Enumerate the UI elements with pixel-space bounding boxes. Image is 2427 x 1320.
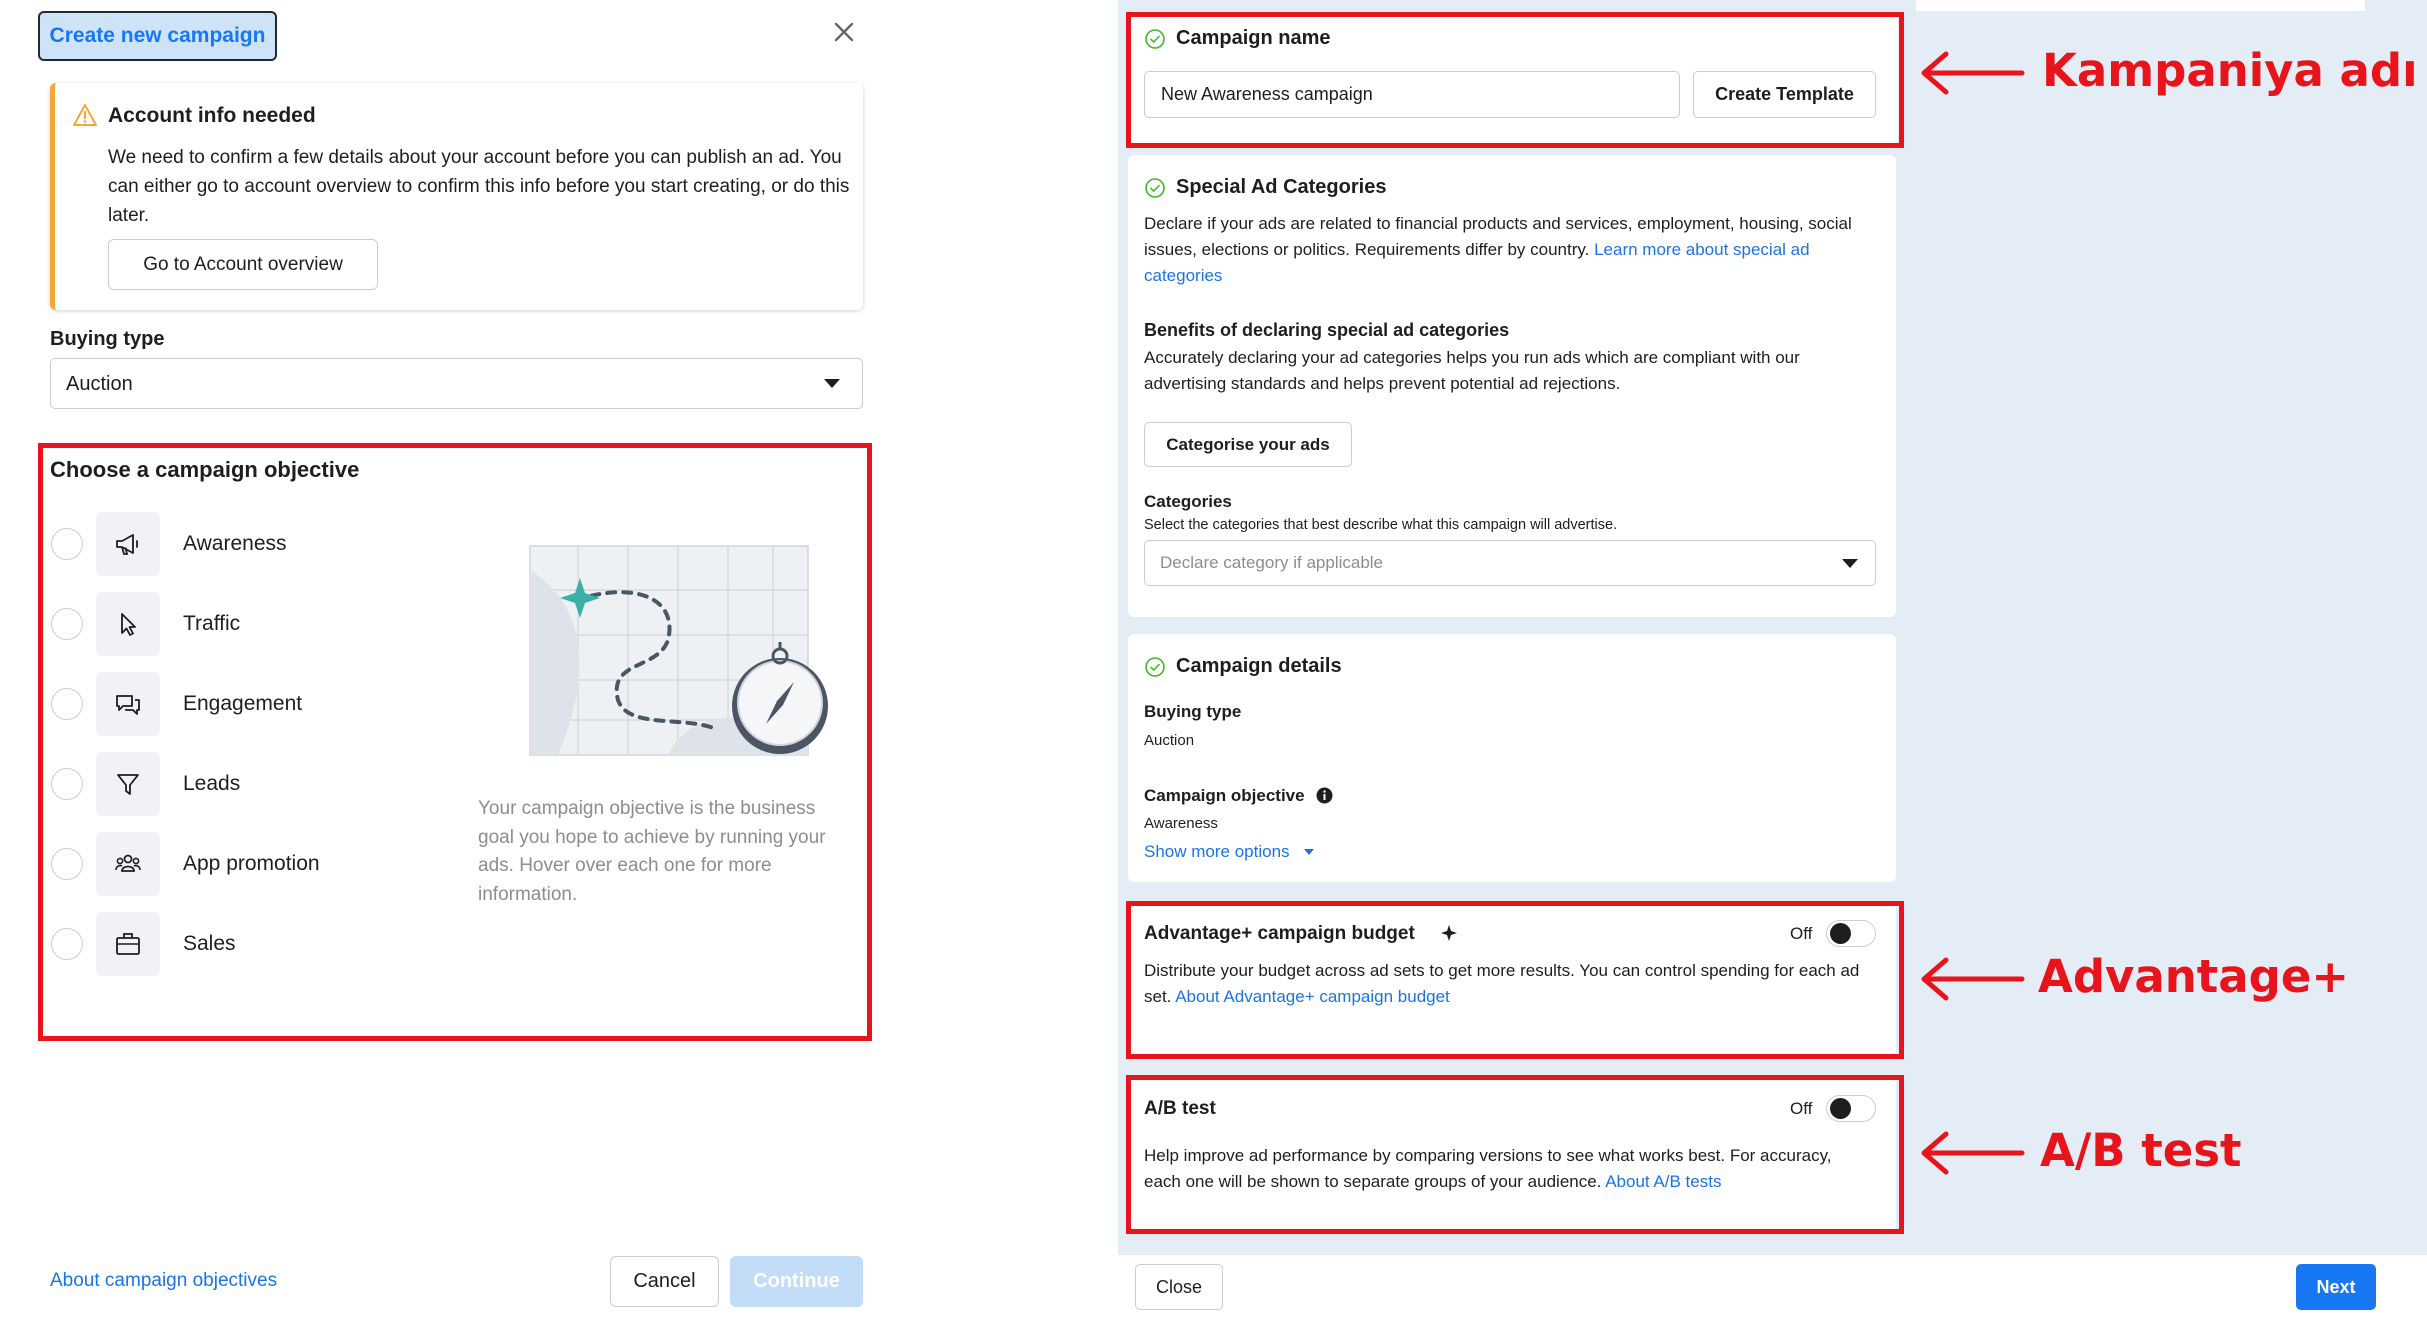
details-objective-label: Campaign objective bbox=[1144, 786, 1305, 805]
categories-placeholder: Declare category if applicable bbox=[1160, 553, 1384, 572]
objective-label-traffic[interactable]: Traffic bbox=[183, 612, 240, 636]
radio-awareness[interactable] bbox=[51, 528, 83, 560]
next-button[interactable]: Next bbox=[2296, 1264, 2376, 1310]
briefcase-icon bbox=[116, 933, 140, 955]
arrow-left-icon bbox=[1921, 1131, 2025, 1175]
benefits-body: Accurately declaring your ad categories … bbox=[1144, 348, 1800, 393]
advantage-highlight-box bbox=[1126, 901, 1904, 1059]
categories-hint: Select the categories that best describe… bbox=[1144, 517, 1618, 533]
close-icon[interactable] bbox=[832, 20, 856, 44]
categories-label: Categories bbox=[1144, 492, 1232, 511]
objective-icon-awareness bbox=[96, 512, 160, 576]
objective-label-sales[interactable]: Sales bbox=[183, 932, 236, 956]
radio-app-promotion[interactable] bbox=[51, 848, 83, 880]
buying-type-label: Buying type bbox=[50, 328, 165, 350]
objective-icon-leads bbox=[96, 752, 160, 816]
filter-icon bbox=[117, 774, 139, 795]
buying-type-value: Auction bbox=[66, 373, 133, 395]
create-new-campaign-button[interactable]: Create new campaign bbox=[38, 11, 277, 61]
buying-type-select[interactable] bbox=[50, 358, 863, 409]
radio-engagement[interactable] bbox=[51, 688, 83, 720]
learn-more-special-link[interactable]: Learn more about special bbox=[1594, 240, 1786, 259]
continue-button[interactable]: Continue bbox=[730, 1256, 863, 1307]
ab-test-highlight-box bbox=[1126, 1075, 1904, 1234]
objective-label-awareness[interactable]: Awareness bbox=[183, 532, 287, 556]
objective-label-leads[interactable]: Leads bbox=[183, 772, 240, 796]
objective-description: Your campaign objective is the business … bbox=[478, 798, 826, 905]
radio-sales[interactable] bbox=[51, 928, 83, 960]
close-button[interactable]: Close bbox=[1135, 1264, 1223, 1310]
alert-title: Account info needed bbox=[108, 104, 316, 127]
annotation-ab-test: A/B test bbox=[2040, 1124, 2242, 1177]
go-to-account-overview-button[interactable]: Go to Account overview bbox=[108, 239, 378, 290]
people-icon bbox=[115, 854, 141, 872]
chat-bubbles-icon bbox=[116, 695, 140, 715]
create-campaign-dialog: Create new campaign Account info needed … bbox=[0, 0, 900, 1320]
categorise-ads-button[interactable]: Categorise your ads bbox=[1144, 422, 1352, 467]
map-compass-illustration bbox=[529, 545, 828, 756]
cursor-icon bbox=[121, 613, 136, 636]
objective-icon-engagement bbox=[96, 672, 160, 736]
chevron-down-icon bbox=[1842, 559, 1858, 568]
show-more-options-link[interactable]: Show more options bbox=[1144, 842, 1290, 862]
top-strip bbox=[1916, 0, 2365, 11]
details-buying-type-value: Auction bbox=[1144, 732, 1195, 749]
chevron-down-icon bbox=[1304, 849, 1314, 855]
special-ad-categories-body: Declare if your ads are related to finan… bbox=[1144, 211, 1884, 289]
warning-icon bbox=[73, 104, 97, 126]
details-objective-value: Awareness bbox=[1144, 815, 1218, 832]
details-buying-type-label: Buying type bbox=[1144, 702, 1242, 721]
objective-icon-sales bbox=[96, 912, 160, 976]
megaphone-icon bbox=[116, 534, 138, 555]
objective-icon-app-promotion bbox=[96, 832, 160, 896]
check-circle-icon bbox=[1145, 178, 1165, 198]
check-circle-icon bbox=[1145, 657, 1165, 677]
radio-traffic[interactable] bbox=[51, 608, 83, 640]
special-ad-categories-title: Special Ad Categories bbox=[1176, 176, 1387, 198]
objective-label-app-promotion[interactable]: App promotion bbox=[183, 852, 320, 876]
info-icon[interactable] bbox=[1316, 787, 1333, 804]
annotation-campaign-name: Kampaniya adı bbox=[2042, 44, 2418, 97]
campaign-details-title: Campaign details bbox=[1176, 655, 1342, 677]
arrow-left-icon bbox=[1921, 957, 2025, 1001]
campaign-name-highlight-box bbox=[1126, 12, 1904, 148]
about-campaign-objectives-link[interactable]: About campaign objectives bbox=[50, 1270, 277, 1292]
chevron-down-icon bbox=[824, 379, 840, 388]
radio-leads[interactable] bbox=[51, 768, 83, 800]
alert-body: We need to confirm a few details about y… bbox=[108, 147, 850, 226]
objective-label-engagement[interactable]: Engagement bbox=[183, 692, 302, 716]
objective-icon-traffic bbox=[96, 592, 160, 656]
annotation-advantage: Advantage+ bbox=[2038, 950, 2350, 1003]
benefits-title: Benefits of declaring special ad categor… bbox=[1144, 320, 1510, 340]
arrow-left-icon bbox=[1921, 51, 2025, 95]
objective-heading: Choose a campaign objective bbox=[50, 457, 360, 482]
cancel-button[interactable]: Cancel bbox=[610, 1256, 719, 1307]
